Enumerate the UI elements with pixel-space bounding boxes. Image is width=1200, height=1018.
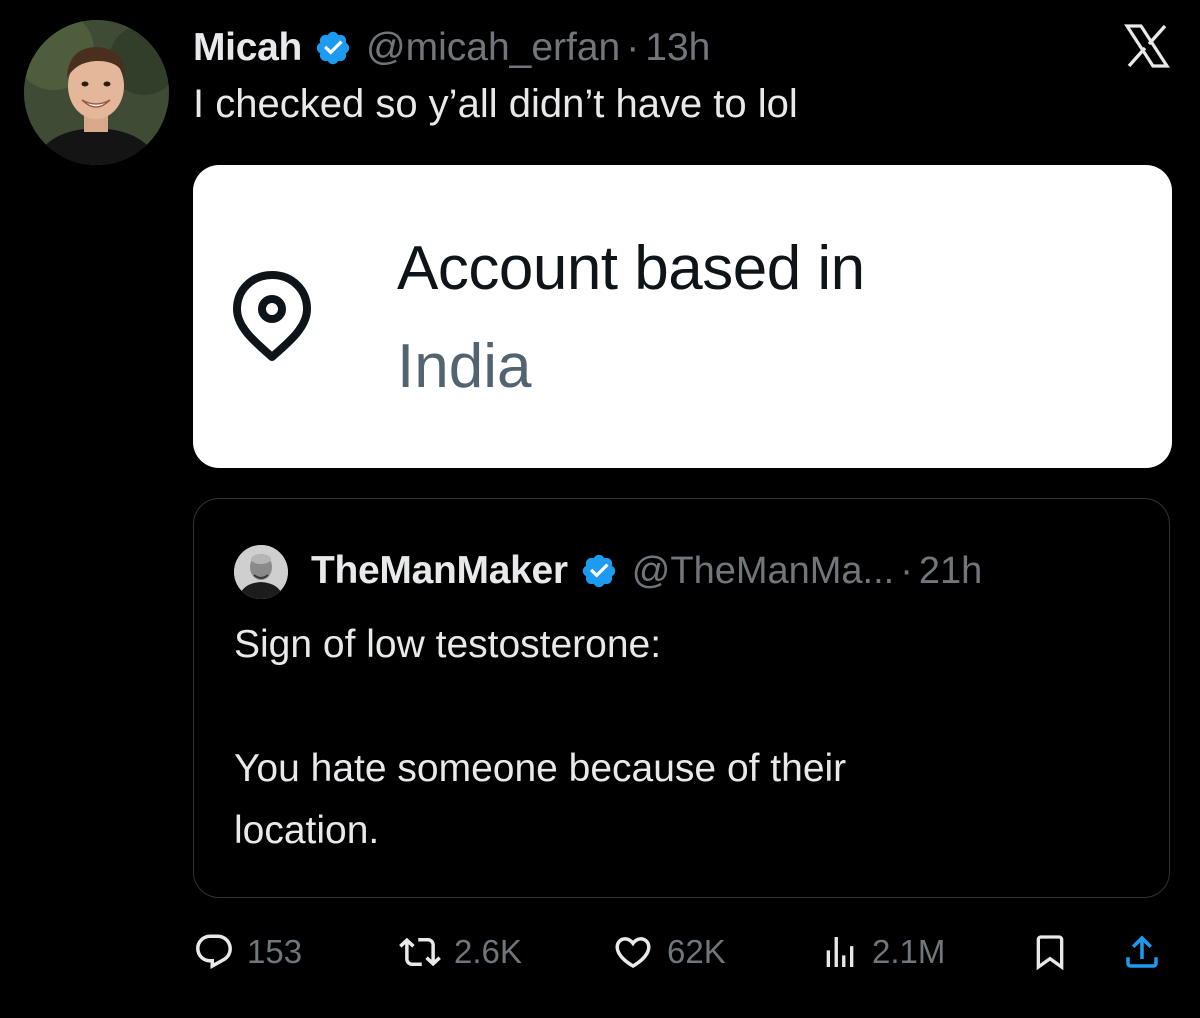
views-count: 2.1M	[872, 933, 946, 970]
repost-icon	[398, 931, 442, 973]
bookmark-icon	[1030, 930, 1070, 974]
verified-badge-icon[interactable]	[580, 552, 618, 590]
quoted-tweet-text-line: location.	[234, 809, 380, 852]
tweet-actions: 153 2.6K 62K 2.1M	[193, 922, 1173, 982]
verified-badge-icon[interactable]	[314, 29, 352, 67]
tweet-view: Micah @micah_erfan · 13h I checked so y’…	[0, 0, 1200, 1018]
map-pin-icon	[229, 269, 315, 363]
quoted-author-avatar-image	[234, 545, 288, 599]
location-card-value: India	[397, 332, 532, 401]
like-button[interactable]: 62K	[611, 922, 726, 982]
repost-count: 2.6K	[454, 933, 522, 970]
quoted-author-display-name[interactable]: TheManMaker	[311, 549, 568, 593]
reply-button[interactable]: 153	[193, 922, 302, 982]
quoted-tweet-text-line: Sign of low testosterone:	[234, 623, 662, 666]
reply-icon	[193, 931, 235, 973]
author-avatar-image	[24, 20, 169, 165]
quoted-tweet-header: TheManMaker @TheManMa... · 21h	[311, 543, 982, 599]
location-card-title: Account based in	[397, 234, 865, 303]
repost-button[interactable]: 2.6K	[398, 922, 522, 982]
attached-image[interactable]: Account based in India	[193, 165, 1172, 468]
quoted-tweet-text-line: You hate someone because of their	[234, 747, 847, 790]
share-icon	[1121, 930, 1163, 974]
bookmark-button[interactable]	[1030, 922, 1070, 982]
views-icon	[820, 931, 860, 973]
like-icon	[611, 931, 655, 973]
author-handle[interactable]: @micah_erfan	[366, 26, 620, 70]
separator-dot: ·	[900, 549, 913, 592]
x-logo-icon[interactable]	[1124, 24, 1170, 68]
quoted-author-avatar[interactable]	[234, 545, 288, 599]
like-count: 62K	[667, 933, 726, 970]
tweet-header: Micah @micah_erfan · 13h	[193, 18, 710, 78]
author-display-name[interactable]: Micah	[193, 26, 302, 70]
separator-dot: ·	[626, 26, 640, 69]
share-button[interactable]	[1121, 922, 1163, 982]
quoted-tweet[interactable]: TheManMaker @TheManMa... · 21h Sign of l…	[193, 498, 1170, 898]
tweet-timestamp[interactable]: 13h	[645, 26, 710, 70]
quoted-tweet-timestamp[interactable]: 21h	[919, 550, 982, 593]
tweet-text: I checked so y’all didn’t have to lol	[193, 82, 798, 126]
author-avatar[interactable]	[24, 20, 169, 165]
views-button[interactable]: 2.1M	[820, 922, 945, 982]
quoted-author-handle[interactable]: @TheManMa...	[632, 550, 894, 593]
reply-count: 153	[247, 933, 303, 970]
